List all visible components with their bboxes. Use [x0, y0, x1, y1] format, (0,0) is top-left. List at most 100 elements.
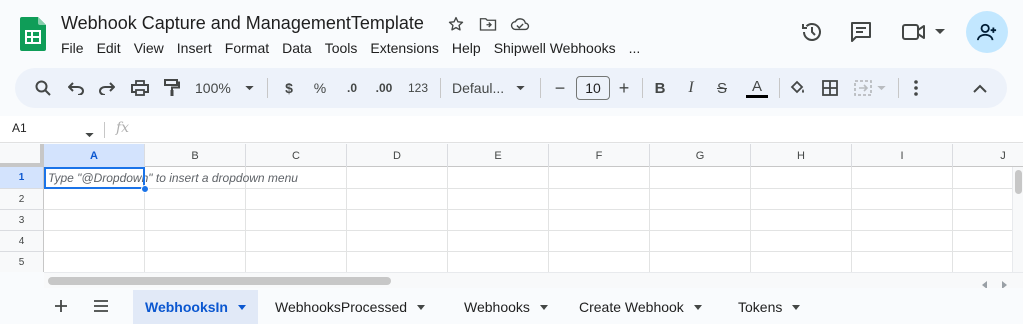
search-menus-icon[interactable] [33, 76, 53, 100]
menu-data[interactable]: Data [282, 40, 312, 56]
share-button[interactable] [966, 11, 1008, 53]
font-size-input[interactable]: 10 [576, 76, 610, 100]
menu-format[interactable]: Format [225, 40, 269, 56]
selected-cell-a1[interactable] [44, 167, 145, 189]
column-header-a[interactable]: A [44, 144, 145, 167]
sheet-tab-tokens[interactable]: Tokens [726, 290, 812, 324]
name-box[interactable]: A1 [12, 121, 27, 135]
increase-font-size-button[interactable]: + [614, 76, 634, 100]
column-header-i[interactable]: I [852, 144, 953, 167]
divider [440, 78, 441, 98]
paint-format-icon[interactable] [161, 76, 183, 100]
italic-button[interactable]: I [681, 76, 701, 100]
undo-icon[interactable] [65, 76, 87, 100]
row-header-5[interactable]: 5 [0, 252, 44, 272]
select-all-corner[interactable] [0, 144, 44, 167]
table-row[interactable] [44, 189, 1023, 210]
column-header-c[interactable]: C [246, 144, 347, 167]
row-header-3[interactable]: 3 [0, 210, 44, 231]
toolbar: 100% $ % .0 .00 123 Defaul... − 10 + B I… [15, 68, 1007, 108]
menu-edit[interactable]: Edit [97, 40, 121, 56]
merge-cells-button[interactable] [850, 76, 890, 100]
column-header-f[interactable]: F [549, 144, 650, 167]
strikethrough-button[interactable]: S [712, 76, 732, 100]
divider [540, 78, 541, 98]
horizontal-scrollbar[interactable] [44, 272, 1023, 289]
menu-shipwell-webhooks[interactable]: Shipwell Webhooks [494, 40, 616, 56]
format-currency-button[interactable]: $ [279, 76, 299, 100]
menu-extensions[interactable]: Extensions [370, 40, 438, 56]
column-header-b[interactable]: B [145, 144, 246, 167]
star-icon[interactable] [445, 14, 467, 34]
gridline [649, 167, 650, 272]
column-header-h[interactable]: H [751, 144, 852, 167]
redo-icon[interactable] [96, 76, 118, 100]
move-folder-icon[interactable] [477, 14, 499, 34]
sheet-tab-bar: WebhooksIn WebhooksProcessed Webhooks Cr… [0, 288, 1023, 324]
font-select[interactable]: Defaul... [452, 76, 532, 100]
chevron-down-icon[interactable] [85, 125, 94, 143]
column-header-d[interactable]: D [347, 144, 448, 167]
comments-icon[interactable] [845, 12, 877, 52]
chevron-down-icon[interactable] [237, 304, 246, 310]
table-row[interactable] [44, 210, 1023, 231]
menu-tools[interactable]: Tools [325, 40, 358, 56]
sheet-tab-webhooks[interactable]: Webhooks [452, 290, 560, 324]
decrease-decimal-button[interactable]: .0 [341, 76, 363, 100]
meet-button[interactable] [898, 12, 948, 52]
print-icon[interactable] [129, 76, 151, 100]
column-header-e[interactable]: E [448, 144, 549, 167]
sheet-tab-label: Webhooks [464, 299, 530, 315]
sheets-logo-icon[interactable] [20, 17, 46, 51]
chevron-down-icon[interactable] [792, 304, 801, 310]
increase-decimal-button[interactable]: .00 [370, 76, 398, 100]
zoom-value: 100% [195, 80, 231, 96]
horizontal-scrollbar-thumb[interactable] [48, 277, 391, 285]
menu-overflow[interactable]: ... [629, 40, 641, 56]
gridline [447, 167, 448, 272]
decrease-font-size-button[interactable]: − [550, 76, 570, 100]
fill-handle[interactable] [141, 185, 149, 193]
more-formats-button[interactable]: 123 [406, 76, 430, 100]
table-row[interactable] [44, 252, 1023, 272]
vertical-scrollbar-thumb[interactable] [1015, 170, 1022, 194]
text-color-button[interactable]: A [745, 76, 769, 100]
sheet-tab-create-webhook[interactable]: Create Webhook [567, 290, 714, 324]
gridline [851, 167, 852, 272]
table-row[interactable] [44, 231, 1023, 252]
collapse-menus-icon[interactable] [968, 76, 992, 100]
format-percent-button[interactable]: % [310, 76, 330, 100]
chevron-down-icon [935, 29, 945, 34]
font-value: Defaul... [452, 80, 505, 96]
menu-help[interactable]: Help [452, 40, 481, 56]
row-header-2[interactable]: 2 [0, 189, 44, 210]
fill-color-icon[interactable] [787, 76, 809, 100]
borders-icon[interactable] [819, 76, 841, 100]
more-options-icon[interactable] [906, 76, 926, 100]
chevron-down-icon[interactable] [417, 304, 426, 310]
document-title[interactable]: Webhook Capture and ManagementTemplate [61, 13, 424, 34]
column-header-j[interactable]: J [953, 144, 1023, 167]
version-history-icon[interactable] [796, 12, 828, 52]
zoom-select[interactable]: 100% [195, 76, 259, 100]
bold-button[interactable]: B [650, 76, 670, 100]
sheet-tab-label: WebhooksProcessed [275, 299, 408, 315]
sheet-tab-webhooksin[interactable]: WebhooksIn [133, 290, 258, 324]
column-header-g[interactable]: G [650, 144, 751, 167]
vertical-scrollbar[interactable] [1012, 167, 1023, 272]
menu-view[interactable]: View [134, 40, 164, 56]
menu-insert[interactable]: Insert [177, 40, 212, 56]
divider [898, 78, 899, 98]
chevron-down-icon[interactable] [693, 304, 702, 310]
row-header-1[interactable]: 1 [0, 167, 44, 189]
chevron-down-icon [516, 85, 525, 90]
menu-file[interactable]: File [61, 40, 84, 56]
add-sheet-icon[interactable] [49, 296, 73, 316]
chevron-down-icon[interactable] [539, 304, 548, 310]
sheet-tab-webhooksprocessed[interactable]: WebhooksProcessed [263, 290, 437, 324]
formula-bar: A1 fx [0, 116, 1023, 143]
cloud-status-icon[interactable] [509, 14, 531, 34]
all-sheets-icon[interactable] [89, 296, 113, 316]
sheet-tab-label: Tokens [738, 299, 783, 315]
row-header-4[interactable]: 4 [0, 231, 44, 252]
